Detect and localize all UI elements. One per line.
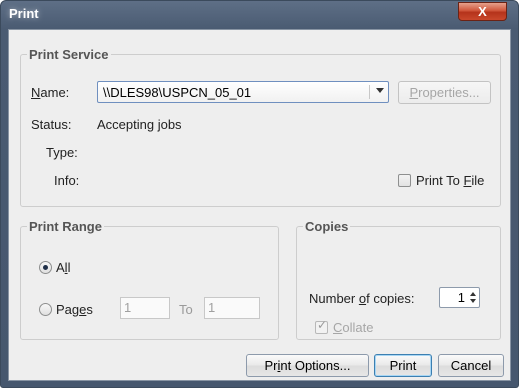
cancel-button[interactable]: Cancel (438, 354, 504, 377)
all-label[interactable]: All (56, 260, 70, 275)
spinner-up-icon[interactable] (470, 292, 476, 296)
info-label: Info: (54, 173, 80, 188)
pages-radio[interactable] (39, 303, 52, 316)
number-of-copies-label: Number of copies: (309, 291, 415, 306)
printer-name-dropdown[interactable]: \\DLES98\USPCN_05_01 (97, 81, 389, 103)
copies-value[interactable]: 1 (458, 290, 465, 305)
close-icon: X (478, 4, 487, 19)
dialog-body: Print Service Name: \\DLES98\USPCN_05_01… (8, 29, 511, 381)
print-range-legend: Print Range (27, 219, 104, 234)
print-button[interactable]: Print (374, 354, 432, 377)
name-label: Name: (31, 85, 70, 100)
printer-name-value: \\DLES98\USPCN_05_01 (103, 85, 252, 100)
print-range-group: Print Range (20, 219, 279, 340)
print-dialog: Print X Print Service Name: \\DLES98\USP… (0, 0, 519, 388)
copies-spinner[interactable]: 1 (439, 287, 480, 308)
status-label: Status: (31, 117, 72, 132)
print-options-button[interactable]: Print Options... (246, 354, 369, 377)
pages-from-field[interactable]: 1 (120, 297, 170, 319)
radio-selected-dot (43, 265, 48, 270)
collate-checkbox[interactable]: ✓ (315, 318, 328, 334)
all-radio[interactable] (39, 261, 52, 274)
properties-button[interactable]: Properties... (398, 81, 491, 104)
print-service-legend: Print Service (27, 47, 111, 62)
pages-to-label: To (179, 302, 193, 317)
title-bar[interactable]: Print X (1, 1, 518, 29)
spinner-down-icon[interactable] (470, 299, 476, 303)
print-options-label: Print Options... (264, 358, 351, 373)
status-value: Accepting jobs (97, 117, 182, 132)
print-to-file-label[interactable]: Print To File (416, 173, 484, 188)
pages-to-field[interactable]: 1 (204, 297, 260, 319)
print-to-file-checkbox[interactable] (398, 174, 411, 187)
print-button-label: Print (389, 358, 417, 373)
type-label: Type: (46, 145, 78, 160)
window-title: Print (9, 6, 39, 21)
copies-legend: Copies (303, 219, 351, 234)
close-button[interactable]: X (458, 2, 507, 21)
chevron-down-icon (376, 88, 384, 93)
dropdown-separator (369, 85, 370, 99)
pages-label[interactable]: Pages (56, 302, 93, 317)
properties-button-label: Properties... (409, 85, 480, 100)
checkmark-icon: ✓ (317, 318, 328, 332)
cancel-button-label: Cancel (450, 358, 492, 373)
collate-label[interactable]: Collate (333, 320, 373, 335)
